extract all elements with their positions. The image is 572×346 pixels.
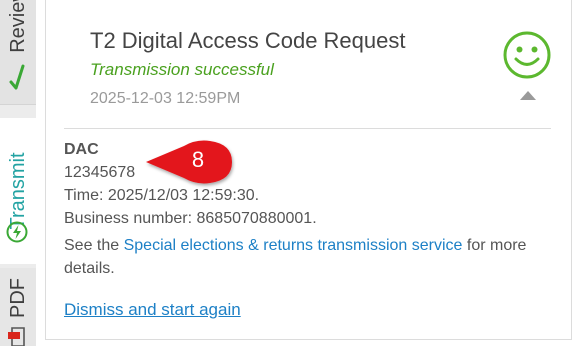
business-number-line: Business number: 8685070880001. <box>64 210 317 227</box>
timestamp: 2025-12-03 12:59PM <box>90 90 241 107</box>
chevron-up-icon[interactable] <box>518 88 538 102</box>
status-text: Transmission successful <box>90 60 274 79</box>
tab-review[interactable]: Review <box>0 0 36 105</box>
tab-pdf-label: PDF <box>7 278 29 318</box>
tab-review-label: Review <box>7 0 29 53</box>
card-title: T2 Digital Access Code Request <box>90 28 406 53</box>
vertical-tab-rail: Review Transmit PDF <box>0 0 37 346</box>
pdf-icon <box>8 327 25 346</box>
tab-transmit-label: Transmit <box>7 152 29 230</box>
dac-label: DAC <box>64 141 99 158</box>
callout-number: 8 <box>191 147 205 172</box>
check-icon <box>9 64 25 90</box>
lightning-icon <box>6 221 28 243</box>
dac-value: 12345678 <box>64 164 136 181</box>
service-link[interactable]: Special elections & returns transmission… <box>124 237 463 254</box>
see-more-paragraph: See the Special elections & returns tran… <box>64 234 544 280</box>
see-prefix: See the <box>64 237 124 254</box>
time-line: Time: 2025/12/03 12:59:30. <box>64 187 260 204</box>
divider <box>64 128 551 129</box>
details-section: DAC 12345678 Time: 2025/12/03 12:59:30. … <box>64 138 544 280</box>
transmission-card: T2 Digital Access Code Request Transmiss… <box>45 0 572 340</box>
dismiss-link[interactable]: Dismiss and start again <box>64 300 241 320</box>
smiley-icon <box>503 31 551 79</box>
